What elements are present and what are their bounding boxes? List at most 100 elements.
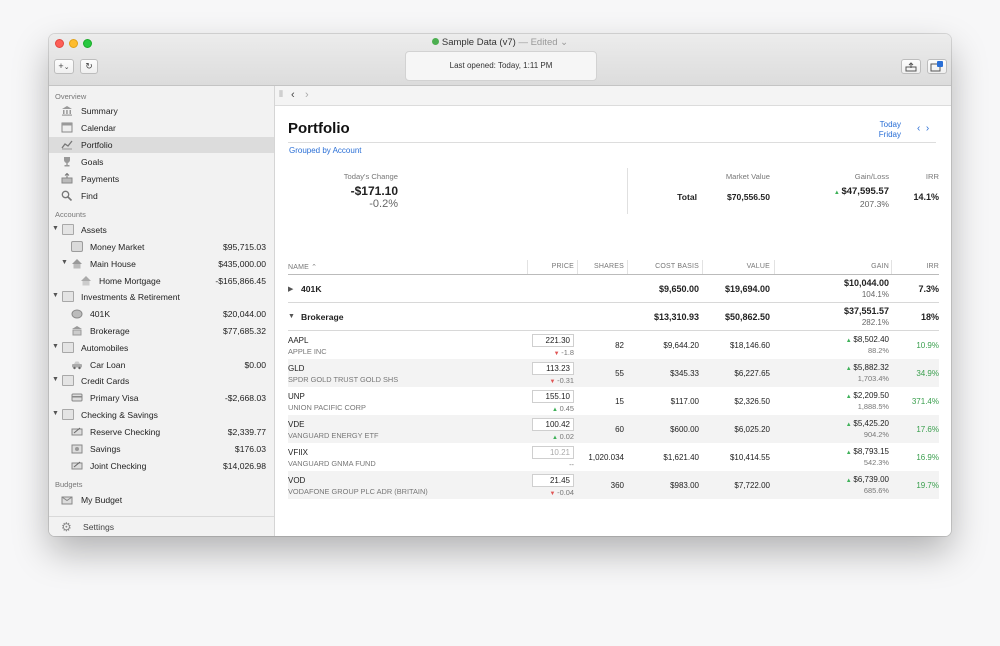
sidebar-item-401k[interactable]: 401K $20,044.00 xyxy=(49,306,274,322)
sidebar-group-investments[interactable]: ▼ Investments & Retirement xyxy=(49,289,274,305)
price-change: ▼ -0.31 xyxy=(532,376,574,385)
next-date-button[interactable]: › xyxy=(926,123,929,134)
sidebar-item-joint-checking[interactable]: Joint Checking $14,026.98 xyxy=(49,458,274,474)
previous-date-button[interactable]: ‹ xyxy=(917,123,920,134)
page-title: Portfolio xyxy=(288,120,350,137)
sidebar-item-label: Primary Visa xyxy=(90,393,139,403)
edited-indicator[interactable]: — Edited xyxy=(518,37,557,48)
notifications-button[interactable] xyxy=(927,59,947,74)
settings-button[interactable]: Settings xyxy=(83,522,114,532)
price-change: ▲ 0.45 xyxy=(532,404,574,413)
holding-row-vfiix[interactable]: VFIIX VANGUARD GNMA FUND 10.21 -- 1,020.… xyxy=(288,443,939,471)
sidebar-item-label: Summary xyxy=(81,106,118,116)
grouping-selector[interactable]: Grouped by Account xyxy=(289,146,362,155)
column-header-shares[interactable]: SHARES xyxy=(577,263,624,270)
sidebar-item-reserve-checking[interactable]: Reserve Checking $2,339.77 xyxy=(49,424,274,440)
sidebar-item-label: Investments & Retirement xyxy=(81,292,180,302)
sidebar-item-primary-visa[interactable]: Primary Visa -$2,668.03 xyxy=(49,390,274,406)
sidebar-item-label: Savings xyxy=(90,444,121,454)
disclosure-triangle-icon[interactable]: ▼ xyxy=(288,313,295,320)
back-button[interactable]: ‹ xyxy=(291,89,295,101)
sidebar-item-find[interactable]: Find xyxy=(49,188,274,204)
column-header-name[interactable]: NAME ⌃ xyxy=(288,263,317,271)
sidebar-group-assets[interactable]: ▼ Assets xyxy=(49,222,274,238)
column-header-value[interactable]: VALUE xyxy=(702,263,770,270)
holding-row-aapl[interactable]: AAPL APPLE INC 221.30 ▼ -1.8 82 $9,644.2… xyxy=(288,331,939,359)
price-change-value: -0.04 xyxy=(557,488,574,497)
sidebar-footer: ⚙ Settings xyxy=(49,516,274,536)
group-value: $19,694.00 xyxy=(724,284,770,294)
sidebar-item-money-market[interactable]: Money Market $95,715.03 xyxy=(49,239,274,255)
group-cost-basis: $13,310.93 xyxy=(653,312,699,322)
title-bar: Sample Data (v7) — Edited ⌄ +⌄ ↻ Last op… xyxy=(49,34,951,86)
holding-gain-value: $6,739.00 xyxy=(853,475,889,484)
drag-handle-icon[interactable]: ⦀ xyxy=(279,89,283,100)
export-button[interactable] xyxy=(901,59,921,74)
account-balance: $176.03 xyxy=(234,444,266,454)
folder-icon xyxy=(62,409,74,420)
piggy-bank-icon xyxy=(71,309,83,319)
sidebar-item-summary[interactable]: Summary xyxy=(49,103,274,119)
date-selector-day[interactable]: Friday xyxy=(865,130,901,139)
holding-shares: 55 xyxy=(615,369,624,378)
disclosure-triangle-icon[interactable]: ▼ xyxy=(52,292,59,299)
holding-row-vod[interactable]: VOD VODAFONE GROUP PLC ADR (BRITAIN) 21.… xyxy=(288,471,939,499)
group-row-401k[interactable]: ▶ 401K $9,650.00 $19,694.00 $10,044.00 1… xyxy=(288,275,939,303)
column-header-irr[interactable]: IRR xyxy=(893,263,939,270)
date-selector-today[interactable]: Today xyxy=(865,120,901,129)
holding-cost-basis: $117.00 xyxy=(670,397,699,406)
group-row-brokerage[interactable]: ▼ Brokerage $13,310.93 $50,862.50 $37,55… xyxy=(288,303,939,331)
holding-cost-basis: $1,621.40 xyxy=(663,453,699,462)
search-icon xyxy=(61,190,73,201)
sidebar-item-home-mortgage[interactable]: Home Mortgage -$165,866.45 xyxy=(49,273,274,289)
sidebar-item-label: Money Market xyxy=(90,242,145,252)
sidebar-group-credit-cards[interactable]: ▼ Credit Cards xyxy=(49,373,274,389)
sidebar-item-main-house[interactable]: ▼ Main House $435,000.00 xyxy=(49,256,274,272)
holding-gain-percent: 1,888.5% xyxy=(857,402,889,411)
holding-row-unp[interactable]: UNP UNION PACIFIC CORP 155.10 ▲ 0.45 15 … xyxy=(288,387,939,415)
refresh-button[interactable]: ↻ xyxy=(80,59,98,74)
disclosure-triangle-icon[interactable]: ▼ xyxy=(52,343,59,350)
sidebar-item-my-budget[interactable]: My Budget xyxy=(49,492,274,508)
price-field[interactable]: 100.42 xyxy=(532,418,574,431)
sidebar-item-savings[interactable]: Savings $176.03 xyxy=(49,441,274,457)
disclosure-triangle-icon[interactable]: ▼ xyxy=(61,259,68,266)
price-field[interactable]: 155.10 xyxy=(532,390,574,403)
group-gain: $10,044.00 xyxy=(843,278,889,288)
disclosure-triangle-icon[interactable]: ▼ xyxy=(52,225,59,232)
money-market-icon xyxy=(71,241,83,252)
column-header-cost-basis[interactable]: COST BASIS xyxy=(627,263,699,270)
sidebar-item-goals[interactable]: Goals xyxy=(49,154,274,170)
sidebar-item-payments[interactable]: Payments xyxy=(49,171,274,187)
arrow-up-icon: ▲ xyxy=(552,435,560,441)
forward-button[interactable]: › xyxy=(305,89,309,101)
disclosure-triangle-icon[interactable]: ▶ xyxy=(288,285,293,293)
sidebar-group-automobiles[interactable]: ▼ Automobiles xyxy=(49,340,274,356)
price-field[interactable]: 21.45 xyxy=(532,474,574,487)
price-field[interactable]: 221.30 xyxy=(532,334,574,347)
sidebar-item-car-loan[interactable]: Car Loan $0.00 xyxy=(49,357,274,373)
folder-icon xyxy=(62,224,74,235)
price-field[interactable]: 113.23 xyxy=(532,362,574,375)
group-name: Brokerage xyxy=(301,312,344,322)
sidebar-item-portfolio[interactable]: Portfolio xyxy=(49,137,274,153)
sidebar-group-checking-savings[interactable]: ▼ Checking & Savings xyxy=(49,407,274,423)
holding-irr: 16.9% xyxy=(916,453,939,462)
disclosure-triangle-icon[interactable]: ▼ xyxy=(52,410,59,417)
price-field[interactable]: 10.21 xyxy=(532,446,574,459)
column-header-gain[interactable]: GAIN xyxy=(815,263,889,270)
holding-row-vde[interactable]: VDE VANGUARD ENERGY ETF 100.42 ▲ 0.02 60… xyxy=(288,415,939,443)
total-gain-amount: $47,595.57 xyxy=(841,186,889,197)
group-cost-basis: $9,650.00 xyxy=(658,284,699,294)
gear-icon[interactable]: ⚙ xyxy=(61,520,72,534)
column-header-price[interactable]: PRICE xyxy=(527,263,574,270)
holding-shares: 60 xyxy=(615,425,624,434)
disclosure-triangle-icon[interactable]: ▼ xyxy=(52,376,59,383)
sidebar-item-calendar[interactable]: Calendar xyxy=(49,120,274,136)
price-change-value: -- xyxy=(569,460,574,469)
brokerage-icon xyxy=(72,326,82,336)
folder-icon xyxy=(62,342,74,353)
sidebar-item-brokerage[interactable]: Brokerage $77,685.32 xyxy=(49,323,274,339)
add-button[interactable]: +⌄ xyxy=(54,59,74,74)
holding-row-gld[interactable]: GLD SPDR GOLD TRUST GOLD SHS 113.23 ▼ -0… xyxy=(288,359,939,387)
